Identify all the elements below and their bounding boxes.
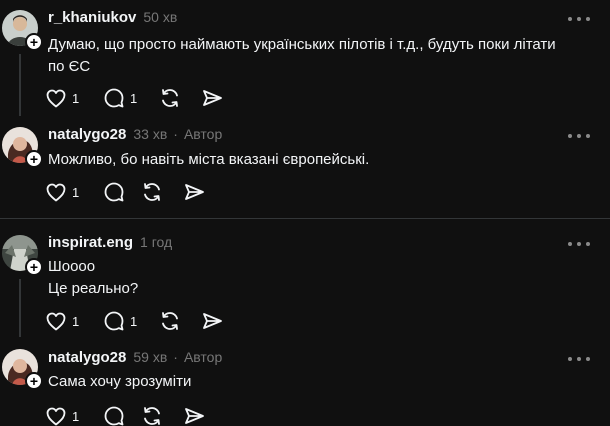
timestamp[interactable]: 33 хв [133,126,167,142]
comment-text-line: Шоооо [48,258,96,275]
comment-text: Шоооо Це реально? [48,256,568,300]
username[interactable]: r_khaniukov [48,9,136,26]
share-button[interactable] [200,309,240,333]
username[interactable]: inspirat.eng [48,234,133,251]
reply-count: 1 [130,90,138,106]
follow-plus-icon[interactable]: + [25,372,43,390]
repost-button[interactable] [158,86,200,110]
username[interactable]: natalygo28 [48,126,126,143]
send-icon [203,313,222,329]
send-icon [185,408,204,424]
follow-plus-icon[interactable]: + [25,258,43,276]
avatar-wrap[interactable]: + [2,235,43,276]
action-bar: 1 [44,404,222,426]
thread-line [19,279,21,337]
like-button[interactable]: 1 [44,404,102,426]
reply-bubble-icon [104,182,124,202]
comment-text: Можливо, бо навіть міста вказані європей… [48,149,568,171]
heart-icon [46,89,66,108]
timestamp[interactable]: 50 хв [143,9,177,25]
reply-bubble-icon [104,88,124,108]
like-count: 1 [72,184,80,200]
comment-text-line: Це реально? [48,280,139,297]
comment-header: inspirat.eng 1 год [48,234,172,251]
comment-text: Думаю, що просто наймають українських пі… [48,34,568,78]
comment-header: natalygo28 59 хв · Автор [48,349,222,366]
comment: + natalygo28 59 хв · Автор Сама хочу зро… [0,342,610,426]
send-icon [203,90,222,106]
share-button[interactable] [182,404,222,426]
action-bar: 1 [44,180,222,204]
comment: + natalygo28 33 хв · Автор Можливо, бо н… [0,118,610,218]
comment: + inspirat.eng 1 год Шоооо Це реально? 1… [0,219,610,342]
avatar-wrap[interactable]: + [2,127,43,168]
comment-text-line: Можливо, бо навіть міста вказані європей… [48,151,370,168]
comment-text-line: Думаю, що просто наймають українських пі… [48,36,556,53]
like-count: 1 [72,408,80,424]
share-button[interactable] [200,86,240,110]
heart-icon [46,407,66,426]
repost-button[interactable] [140,404,182,426]
timestamp[interactable]: 59 хв [133,349,167,365]
reply-button[interactable] [102,180,142,204]
reply-bubble-icon [104,406,124,426]
share-button[interactable] [182,180,222,204]
follow-plus-icon[interactable]: + [25,150,43,168]
comment-header: natalygo28 33 хв · Автор [48,126,222,143]
repost-icon [162,89,178,107]
heart-icon [46,312,66,331]
comment-text-line: Сама хочу зрозуміти [48,373,192,390]
thread-line [19,54,21,116]
separator-dot: · [173,349,178,365]
like-count: 1 [72,90,80,106]
reply-button[interactable]: 1 [102,309,158,333]
more-options-icon[interactable] [568,352,590,366]
repost-icon [162,312,178,330]
separator-dot: · [173,126,178,142]
avatar-wrap[interactable]: + [2,349,43,390]
more-options-icon[interactable] [568,129,590,143]
comment-text-line: по ЄС [48,58,91,75]
action-bar: 1 1 [44,309,240,333]
repost-icon [144,407,160,425]
comment-text: Сама хочу зрозуміти [48,371,568,393]
timestamp[interactable]: 1 год [140,234,172,250]
reply-bubble-icon [104,311,124,331]
repost-icon [144,183,160,201]
avatar-wrap[interactable]: + [2,10,43,51]
username[interactable]: natalygo28 [48,349,126,366]
like-count: 1 [72,313,80,329]
author-tag: Автор [183,126,223,142]
follow-plus-icon[interactable]: + [25,33,43,51]
like-button[interactable]: 1 [44,180,102,204]
more-options-icon[interactable] [568,237,590,251]
like-button[interactable]: 1 [44,86,102,110]
author-tag: Автор [183,349,223,365]
send-icon [185,184,204,200]
comment-header: r_khaniukov 50 хв [48,9,177,26]
action-bar: 1 1 [44,86,240,110]
reply-count: 1 [130,313,138,329]
like-button[interactable]: 1 [44,309,102,333]
reply-button[interactable]: 1 [102,86,158,110]
comment-feed: + r_khaniukov 50 хв Думаю, що просто най… [0,0,610,426]
repost-button[interactable] [140,180,182,204]
comment: + r_khaniukov 50 хв Думаю, що просто най… [0,0,610,118]
heart-icon [46,183,66,202]
more-options-icon[interactable] [568,12,590,26]
reply-button[interactable] [102,404,142,426]
repost-button[interactable] [158,309,200,333]
